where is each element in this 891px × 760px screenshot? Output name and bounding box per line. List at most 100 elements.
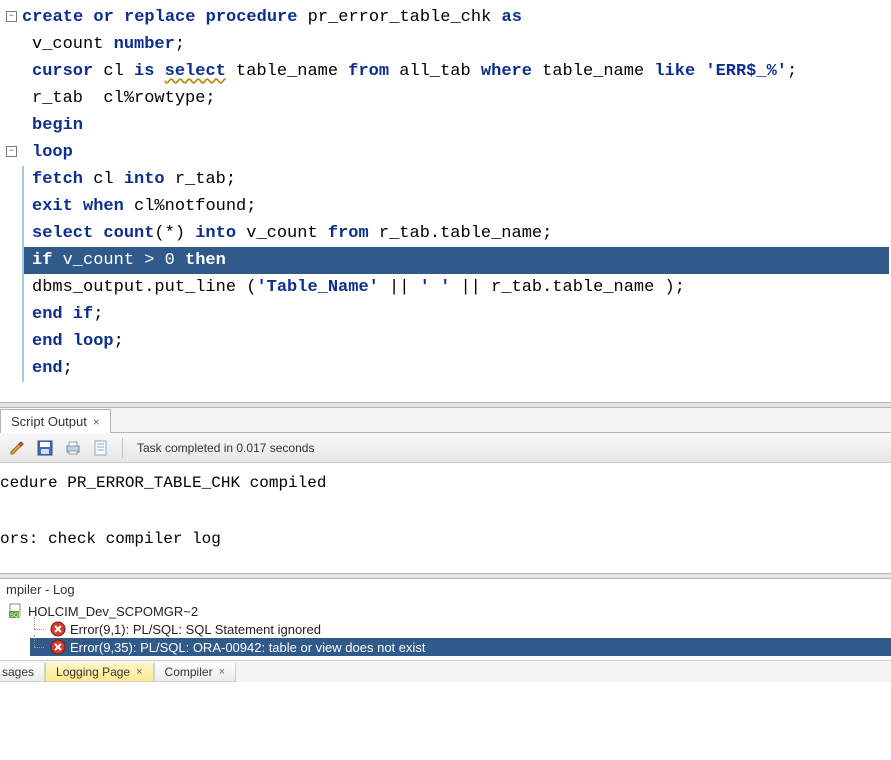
compiler-tree: SQL HOLCIM_Dev_SCPOMGR~2 Error(9,1): PL/… <box>0 600 891 660</box>
pencil-button[interactable] <box>6 437 28 459</box>
code-token: from <box>348 62 389 81</box>
code-line[interactable]: −create or replace procedure pr_error_ta… <box>22 4 891 31</box>
compiler-error-text: Error(9,1): PL/SQL: SQL Statement ignore… <box>70 622 321 637</box>
tab-script-output[interactable]: Script Output × <box>0 409 111 433</box>
close-icon[interactable]: × <box>93 415 100 429</box>
fold-toggle[interactable]: − <box>6 11 17 22</box>
output-tabbar: Script Output × <box>0 408 891 433</box>
tree-elbow <box>34 623 46 635</box>
floppy-icon <box>37 440 53 456</box>
code-token: then <box>185 251 226 270</box>
code-token: is <box>134 62 154 81</box>
code-token: ; <box>63 359 73 378</box>
tab-script-output-label: Script Output <box>11 414 87 429</box>
code-token: ; <box>787 62 797 81</box>
code-token: if <box>32 251 52 270</box>
page-icon <box>93 440 109 456</box>
compiler-log-title: mpiler - Log <box>0 579 891 600</box>
code-token <box>695 62 705 81</box>
code-token: exit when <box>32 197 124 216</box>
code-token: number <box>114 35 175 54</box>
tab-compiler[interactable]: Compiler × <box>154 663 236 682</box>
code-line[interactable]: end if; <box>22 301 891 328</box>
fold-guide <box>22 193 24 220</box>
fold-guide <box>22 274 24 301</box>
code-token: into <box>124 170 165 189</box>
fold-guide <box>22 301 24 328</box>
code-token: where <box>481 62 532 81</box>
code-token: dbms_output.put_line ( <box>32 278 256 297</box>
code-token: create or replace procedure <box>22 8 297 27</box>
tab-logging-page[interactable]: Logging Page × <box>45 663 154 682</box>
script-output-text[interactable]: cedure PR_ERROR_TABLE_CHK compiled ors: … <box>0 463 891 573</box>
code-token: || r_tab.table_name ); <box>450 278 685 297</box>
fold-guide <box>22 220 24 247</box>
code-line[interactable]: begin <box>22 112 891 139</box>
code-token: end if <box>32 305 93 324</box>
code-line[interactable]: end; <box>22 355 891 382</box>
code-token: into <box>195 224 236 243</box>
sql-page-button[interactable] <box>90 437 112 459</box>
code-token: v_count <box>236 224 328 243</box>
close-icon[interactable]: × <box>219 666 225 678</box>
code-token: cl <box>83 170 124 189</box>
code-line[interactable]: exit when cl%notfound; <box>22 193 891 220</box>
compiler-error-item[interactable]: Error(9,35): PL/SQL: ORA-00942: table or… <box>30 638 891 656</box>
code-token: cl%notfound; <box>124 197 257 216</box>
fold-toggle[interactable]: − <box>6 146 17 157</box>
tree-root-label: HOLCIM_Dev_SCPOMGR~2 <box>28 604 198 619</box>
code-token: fetch <box>32 170 83 189</box>
tab-logging-page-label: Logging Page <box>56 665 130 679</box>
code-token: select count <box>32 224 154 243</box>
code-token: v_count > 0 <box>52 251 185 270</box>
toolbar-separator <box>122 438 123 458</box>
code-line[interactable]: fetch cl into r_tab; <box>22 166 891 193</box>
output-toolbar: Task completed in 0.017 seconds <box>0 433 891 463</box>
task-completed-text: Task completed in 0.017 seconds <box>137 441 314 455</box>
svg-text:SQL: SQL <box>10 613 23 619</box>
code-token: cl <box>93 62 134 81</box>
code-line[interactable]: end loop; <box>22 328 891 355</box>
code-token: table_name <box>532 62 654 81</box>
code-token: all_tab <box>389 62 481 81</box>
code-token: pr_error_table_chk <box>297 8 501 27</box>
code-line[interactable]: select count(*) into v_count from r_tab.… <box>22 220 891 247</box>
code-token: r_tab cl%rowtype; <box>32 89 216 108</box>
tab-messages[interactable]: sages <box>0 663 45 682</box>
code-token: cursor <box>32 62 93 81</box>
code-line[interactable]: r_tab cl%rowtype; <box>22 85 891 112</box>
fold-guide <box>22 166 24 193</box>
code-token: ; <box>175 35 185 54</box>
code-token: end loop <box>32 332 114 351</box>
code-token: table_name <box>226 62 348 81</box>
print-button[interactable] <box>62 437 84 459</box>
fold-guide <box>22 247 24 274</box>
pencil-icon <box>9 440 25 456</box>
fold-guide <box>22 328 24 355</box>
code-token: ' ' <box>420 278 451 297</box>
code-line[interactable]: −loop <box>22 139 891 166</box>
printer-icon <box>65 440 81 456</box>
sql-file-icon: SQL <box>8 603 24 619</box>
compiler-log-pane: mpiler - Log SQL HOLCIM_Dev_SCPOMGR~2 Er… <box>0 579 891 682</box>
code-token: 'ERR$_%' <box>705 62 787 81</box>
error-icon <box>50 621 66 637</box>
code-token: loop <box>32 143 73 162</box>
code-token: ; <box>114 332 124 351</box>
code-line[interactable]: if v_count > 0 then <box>22 247 889 274</box>
compiler-error-item[interactable]: Error(9,1): PL/SQL: SQL Statement ignore… <box>30 620 891 638</box>
code-token: r_tab.table_name; <box>369 224 553 243</box>
tree-root[interactable]: SQL HOLCIM_Dev_SCPOMGR~2 <box>4 602 891 620</box>
code-line[interactable]: dbms_output.put_line ('Table_Name' || ' … <box>22 274 891 301</box>
close-icon[interactable]: × <box>136 666 142 678</box>
tab-messages-label: sages <box>2 665 34 679</box>
code-line[interactable]: cursor cl is select table_name from all_… <box>22 58 891 85</box>
code-token: r_tab; <box>165 170 236 189</box>
code-token: as <box>502 8 522 27</box>
fold-guide <box>22 355 24 382</box>
code-token: select <box>165 62 226 81</box>
code-line[interactable]: v_count number; <box>22 31 891 58</box>
code-editor[interactable]: −create or replace procedure pr_error_ta… <box>0 0 891 402</box>
save-button[interactable] <box>34 437 56 459</box>
bottom-tabbar: sages Logging Page × Compiler × <box>0 660 891 682</box>
